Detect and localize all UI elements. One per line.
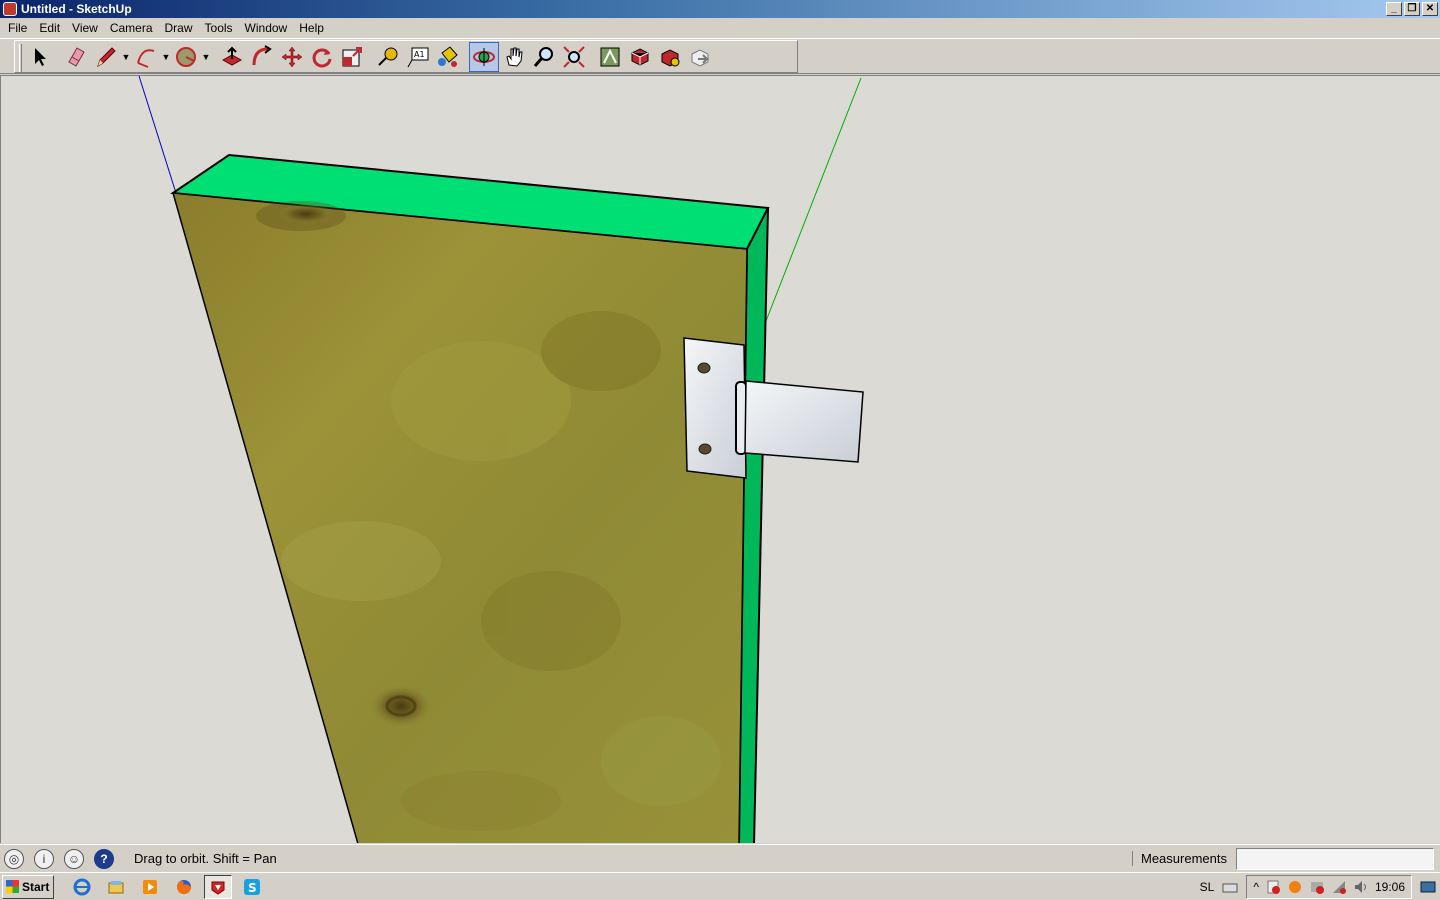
action-center-icon[interactable]: [1265, 879, 1281, 895]
main-toolbar: ▼ ▼ ▼ A1: [0, 38, 1440, 74]
volume-icon[interactable]: [1353, 879, 1369, 895]
menu-bar: File Edit View Camera Draw Tools Window …: [0, 18, 1440, 38]
menu-help[interactable]: Help: [293, 18, 330, 38]
pan-tool-icon[interactable]: [499, 42, 529, 72]
avast-icon[interactable]: [1287, 879, 1303, 895]
geo-location-icon[interactable]: ◎: [4, 848, 24, 869]
wood-knot: [369, 684, 433, 728]
arc-dropdown-icon[interactable]: ▼: [161, 42, 171, 72]
share-model-icon[interactable]: [685, 42, 715, 72]
text-tool-icon[interactable]: A1: [403, 42, 433, 72]
wood-knot: [278, 204, 334, 224]
eraser-tool-icon[interactable]: [61, 42, 91, 72]
circle-tool-icon[interactable]: [171, 42, 201, 72]
pencil-dropdown-icon[interactable]: ▼: [121, 42, 131, 72]
rotate-tool-icon[interactable]: [307, 42, 337, 72]
measurements-input[interactable]: [1236, 848, 1434, 870]
security-alert-icon[interactable]: [1309, 879, 1325, 895]
keyboard-icon[interactable]: [1222, 879, 1238, 895]
move-tool-icon[interactable]: [277, 42, 307, 72]
close-button[interactable]: ✕: [1422, 2, 1438, 16]
show-desktop-icon[interactable]: [1420, 879, 1436, 895]
window-title: Untitled - SketchUp: [21, 2, 132, 16]
outliner-icon[interactable]: [625, 42, 655, 72]
select-tool-icon[interactable]: [25, 42, 55, 72]
model-canvas[interactable]: [1, 76, 1440, 843]
text-tool-label: A1: [414, 50, 425, 59]
menu-view[interactable]: View: [66, 18, 104, 38]
windows-logo-icon: [6, 880, 19, 893]
scale-tool-icon[interactable]: [337, 42, 367, 72]
status-message: Drag to orbit. Shift = Pan: [134, 851, 277, 866]
language-indicator[interactable]: SL: [1200, 880, 1215, 894]
green-axis: [765, 77, 862, 322]
model-viewport[interactable]: [0, 75, 1440, 843]
measurements-label: Measurements: [1132, 851, 1227, 866]
get-models-icon[interactable]: [655, 42, 685, 72]
firefox-icon[interactable]: [170, 875, 198, 899]
windows-explorer-icon[interactable]: [102, 875, 130, 899]
restore-button[interactable]: ❐: [1404, 2, 1420, 16]
skype-icon[interactable]: S: [238, 875, 266, 899]
menu-window[interactable]: Window: [239, 18, 294, 38]
sketchup-taskbar-icon[interactable]: [204, 874, 232, 899]
blue-axis: [138, 76, 177, 194]
menu-file[interactable]: File: [2, 18, 33, 38]
screw-hole: [697, 362, 711, 374]
internet-explorer-icon[interactable]: [68, 875, 96, 899]
network-icon[interactable]: [1331, 879, 1347, 895]
sketchup-app-icon[interactable]: [3, 2, 17, 16]
help-icon[interactable]: ?: [94, 848, 114, 869]
paint-bucket-tool-icon[interactable]: [433, 42, 463, 72]
minimize-button[interactable]: _: [1386, 2, 1402, 16]
menu-draw[interactable]: Draw: [159, 18, 199, 38]
hinge-leaf[interactable]: [744, 380, 864, 463]
system-tray: SL ^ 19:06: [1200, 875, 1436, 899]
show-hidden-icons-icon[interactable]: ^: [1253, 880, 1259, 894]
clock[interactable]: 19:06: [1375, 880, 1405, 894]
tape-measure-tool-icon[interactable]: [373, 42, 403, 72]
screw-hole: [698, 443, 712, 455]
menu-edit[interactable]: Edit: [33, 18, 66, 38]
arc-tool-icon[interactable]: [131, 42, 161, 72]
title-bar: Untitled - SketchUp _ ❐ ✕: [0, 0, 1440, 18]
start-button[interactable]: Start: [2, 874, 54, 899]
zoom-extents-tool-icon[interactable]: [559, 42, 589, 72]
previous-view-icon[interactable]: [595, 42, 625, 72]
media-player-icon[interactable]: [136, 875, 164, 899]
follow-me-tool-icon[interactable]: [247, 42, 277, 72]
circle-dropdown-icon[interactable]: ▼: [201, 42, 211, 72]
pencil-tool-icon[interactable]: [91, 42, 121, 72]
windows-taskbar: Start S SL ^ 19:06: [0, 872, 1440, 900]
model-info-icon[interactable]: i: [34, 848, 54, 869]
user-account-icon[interactable]: ☺: [64, 848, 84, 869]
toolbar-grip[interactable]: [19, 44, 22, 72]
orbit-tool-icon[interactable]: [469, 41, 499, 72]
start-label: Start: [22, 879, 50, 894]
zoom-tool-icon[interactable]: [529, 42, 559, 72]
push-pull-tool-icon[interactable]: [217, 42, 247, 72]
menu-tools[interactable]: Tools: [199, 18, 239, 38]
svg-text:S: S: [248, 881, 257, 895]
status-bar: ◎ i ☺ ? Drag to orbit. Shift = Pan Measu…: [0, 844, 1440, 872]
menu-camera[interactable]: Camera: [104, 18, 159, 38]
